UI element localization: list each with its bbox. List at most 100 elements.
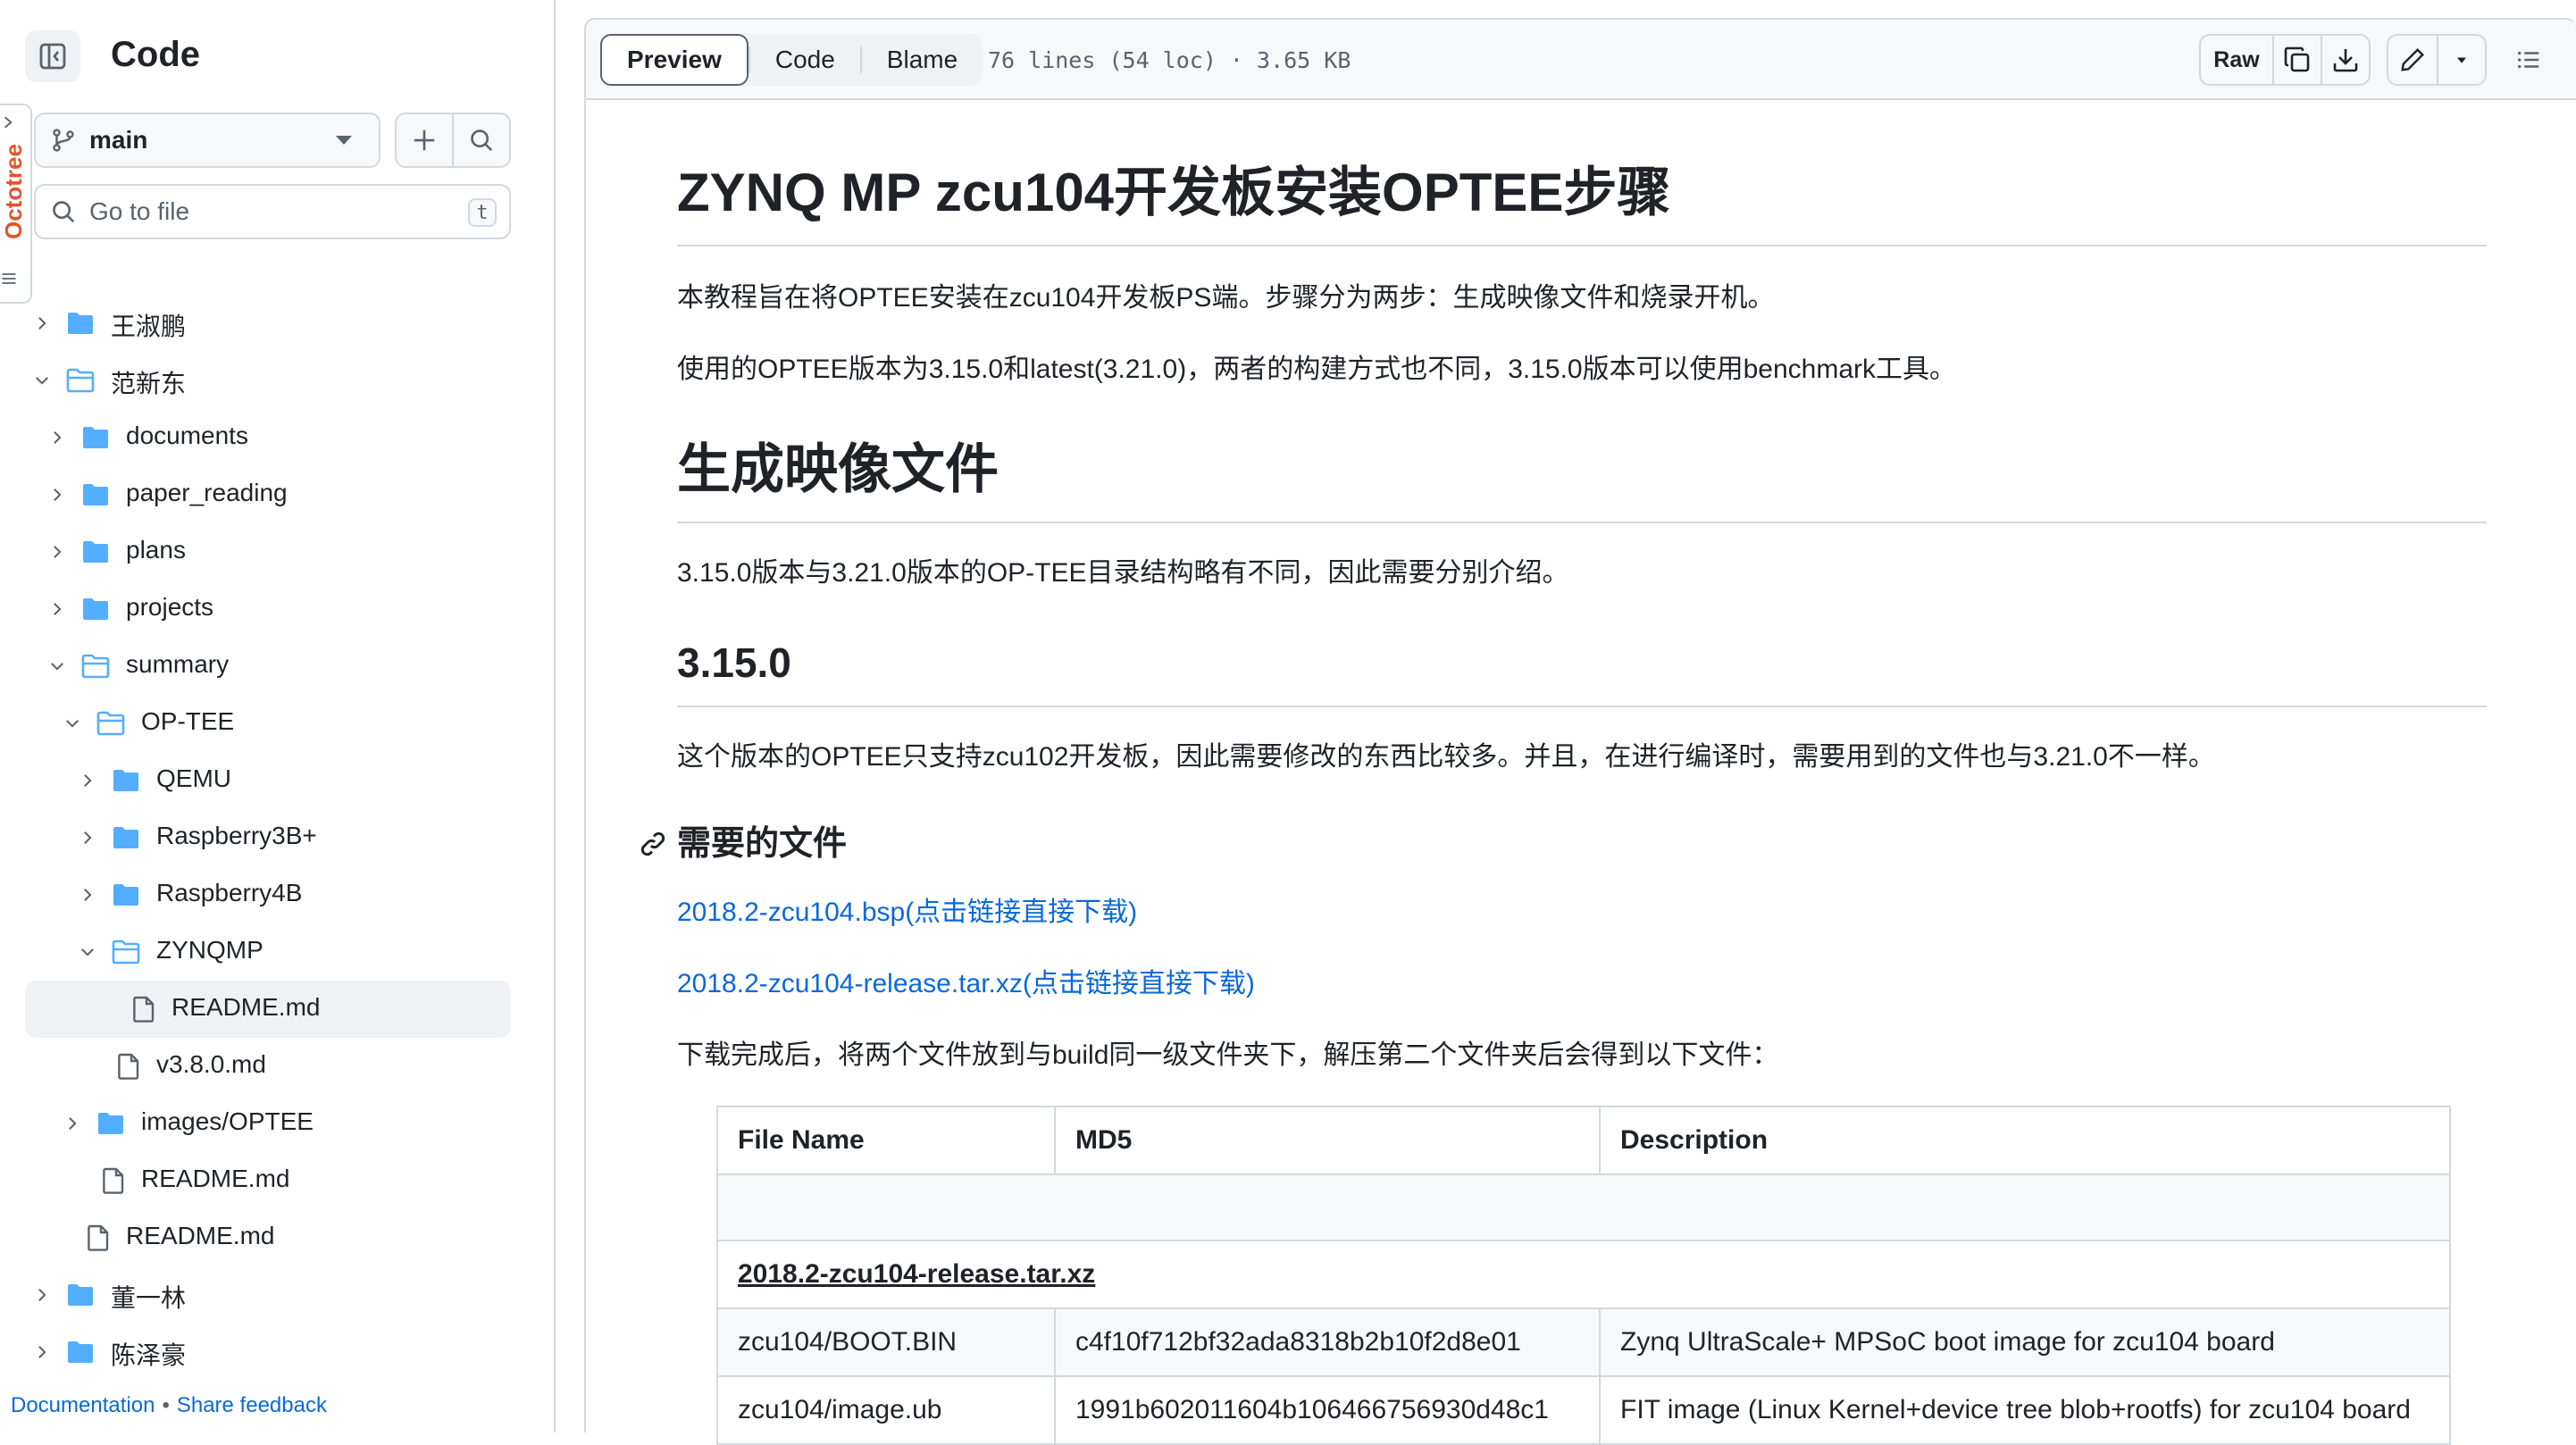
sidebar-footer: Documentation • Share feedback [11, 1393, 327, 1418]
subsection-heading-3150: 3.15.0 [677, 639, 791, 686]
file-viewer: Preview Code Blame 76 lines (54 loc) · 3… [584, 0, 2576, 1445]
sidebar-header: Code main Go to file t [0, 0, 554, 261]
file-icon [85, 1224, 115, 1251]
table-cell: 2018.2-zcu104-release.tar.xz [716, 1240, 2451, 1309]
link-icon[interactable] [638, 829, 668, 859]
bsp-download-link[interactable]: 2018.2-zcu104.bsp(点击链接直接下载) [677, 893, 1137, 932]
table-row: 2018.2-zcu104-release.tar.xz [716, 1240, 2451, 1309]
folder-icon [112, 824, 142, 851]
tree-folder-item[interactable]: documents [0, 409, 554, 466]
triangle-down-icon [2457, 57, 2466, 63]
chevron-right-icon[interactable] [47, 428, 67, 447]
tree-file-item[interactable]: README.md [0, 1152, 554, 1209]
add-file-button[interactable] [397, 114, 452, 166]
folder-icon [81, 481, 112, 508]
share-feedback-link[interactable]: Share feedback [177, 1393, 327, 1417]
table-header-row: File Name MD5 Description [716, 1106, 2451, 1175]
tab-blame[interactable]: Blame [859, 46, 983, 73]
file-icon [115, 1052, 146, 1080]
table-cell: FIT image (Linux Kernel+device tree blob… [1599, 1375, 2451, 1445]
documentation-link[interactable]: Documentation [11, 1393, 155, 1417]
chevron-right-icon[interactable] [47, 542, 67, 562]
chevron-right-icon[interactable] [78, 828, 97, 848]
chevron-right-icon[interactable] [32, 1342, 52, 1362]
tree-item-label: paper_reading [126, 479, 288, 506]
tree-folder-item[interactable]: 范新东 [0, 352, 554, 409]
folder-icon [81, 539, 112, 565]
chevron-down-icon[interactable] [63, 714, 82, 733]
folder-open-icon [96, 710, 127, 737]
tree-folder-item[interactable]: paper_reading [0, 466, 554, 523]
tree-folder-item[interactable]: Raspberry4B [0, 866, 554, 923]
chevron-down-icon[interactable] [78, 942, 97, 962]
chevron-right-icon[interactable] [78, 771, 97, 790]
needed-files-heading-text: 需要的文件 [677, 825, 848, 863]
tree-folder-item[interactable]: 董一林 [0, 1266, 554, 1324]
folder-open-icon [81, 653, 112, 680]
tree-folder-item[interactable]: QEMU [0, 752, 554, 809]
tree-item-label: 范新东 [111, 370, 187, 397]
tree-folder-item[interactable]: plans [0, 523, 554, 581]
search-code-button[interactable] [452, 114, 509, 166]
table-cell: zcu104/BOOT.BIN [716, 1307, 1056, 1377]
sidebar-title: Code [111, 35, 200, 74]
tree-folder-item[interactable]: images/OPTEE [0, 1095, 554, 1152]
column-header-description: Description [1599, 1106, 2451, 1175]
section-heading-generate-image: 生成映像文件 [677, 439, 999, 499]
file-icon [130, 995, 161, 1023]
chevron-right-icon[interactable] [32, 1285, 52, 1305]
chevron-right-icon[interactable] [63, 1114, 82, 1133]
chevron-right-icon[interactable] [78, 885, 97, 905]
download-button[interactable] [2321, 36, 2369, 84]
caret-down-icon [336, 136, 352, 145]
chevron-right-icon[interactable] [32, 313, 52, 333]
tree-folder-item[interactable]: OP-TEE [0, 695, 554, 752]
edit-file-button[interactable] [2388, 36, 2437, 84]
tree-folder-item[interactable]: Raspberry3B+ [0, 809, 554, 866]
tree-folder-item[interactable]: 陈泽豪 [0, 1324, 554, 1381]
archive-group-link[interactable]: 2018.2-zcu104-release.tar.xz [738, 1259, 1095, 1289]
subsection-paragraph: 这个版本的OPTEE只支持zcu102开发板，因此需要修改的东西比较多。并且，在… [677, 742, 2215, 772]
tree-file-item[interactable]: v3.8.0.md [0, 1038, 554, 1095]
tree-folder-item[interactable]: 王淑鹏 [0, 295, 554, 352]
outline-actions [2505, 34, 2553, 86]
raw-button[interactable]: Raw [2201, 36, 2272, 84]
copy-raw-button[interactable] [2272, 36, 2321, 84]
tree-item-label: QEMU [156, 764, 231, 792]
menu-icon [2, 273, 16, 284]
table-cell: c4f10f712bf32ada8318b2b10f2d8e01 [1054, 1307, 1601, 1377]
after-download-paragraph: 下载完成后，将两个文件放到与build同一级文件夹下，解压第二个文件夹后会得到以… [677, 1040, 1779, 1070]
tree-folder-item[interactable]: ZYNQMP [0, 923, 554, 981]
raw-actions: Raw [2199, 34, 2371, 86]
git-branch-icon [53, 129, 74, 152]
chevron-right-icon[interactable] [47, 599, 67, 619]
tree-file-item[interactable]: README.md [0, 1209, 554, 1266]
chevron-down-icon[interactable] [47, 656, 67, 676]
outline-button[interactable] [2505, 34, 2553, 86]
tree-item-label: 董一林 [111, 1284, 187, 1312]
tab-preview[interactable]: Preview [600, 34, 749, 86]
tree-file-item[interactable]: README.md [25, 981, 511, 1038]
tree-folder-item[interactable]: summary [0, 638, 554, 695]
octotree-toggle[interactable]: Octotree [0, 104, 32, 304]
column-header-md5: MD5 [1054, 1106, 1601, 1175]
go-to-file-placeholder: Go to file [89, 197, 190, 225]
tree-folder-item[interactable]: projects [0, 581, 554, 638]
column-header-file-name: File Name [716, 1106, 1056, 1175]
tab-code[interactable]: Code [748, 46, 860, 73]
tree-item-label: README.md [171, 993, 321, 1021]
collapse-sidebar-button[interactable] [25, 30, 80, 82]
table-cell [716, 1174, 2451, 1241]
intro-paragraph-2: 使用的OPTEE版本为3.15.0和latest(3.21.0)，两者的构建方式… [677, 355, 1957, 384]
download-icon [2333, 49, 2358, 72]
chevron-right-icon[interactable] [47, 485, 67, 505]
chevron-down-icon[interactable] [32, 371, 52, 390]
release-download-link[interactable]: 2018.2-zcu104-release.tar.xz(点击链接直接下载) [677, 965, 1255, 1004]
table-row: zcu104/image.ub 1991b602011604b106466756… [716, 1375, 2451, 1445]
section-paragraph: 3.15.0版本与3.21.0版本的OP-TEE目录结构略有不同，因此需要分别介… [677, 558, 1569, 588]
keyboard-shortcut-hint: t [468, 198, 497, 227]
edit-options-button[interactable] [2437, 36, 2485, 84]
branch-selector[interactable]: main [34, 113, 381, 168]
copy-icon [2284, 46, 2310, 72]
go-to-file-input[interactable]: Go to file t [34, 184, 511, 239]
